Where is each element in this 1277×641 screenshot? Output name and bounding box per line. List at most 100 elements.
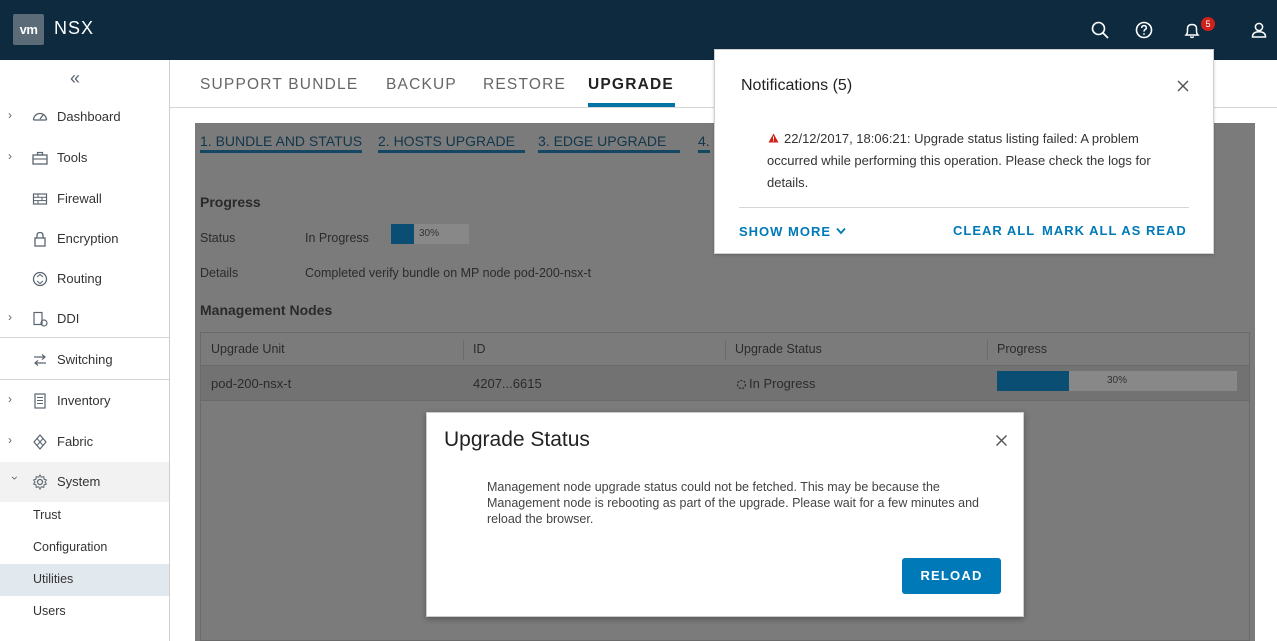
upgrade-status-modal: Upgrade Status Management node upgrade s…	[426, 412, 1024, 617]
sidebar-item-label: Encryption	[57, 231, 119, 246]
sidebar: « › Dashboard › Tools Firewall Encryptio…	[0, 60, 170, 641]
collapse-sidebar-icon[interactable]: «	[70, 68, 80, 89]
sidebar-subitem-trust[interactable]: Trust	[0, 500, 169, 532]
sidebar-subitem-label: Trust	[33, 508, 62, 522]
sidebar-subitem-utilities[interactable]: Utilities	[0, 564, 169, 596]
management-nodes-title: Management Nodes	[200, 302, 333, 318]
sidebar-item-label: Inventory	[57, 393, 111, 408]
status-value: In Progress	[305, 231, 369, 245]
reload-button[interactable]: RELOAD	[902, 558, 1001, 594]
column-header-upgrade-status[interactable]: Upgrade Status	[735, 342, 822, 356]
sidebar-subitem-label: Users	[33, 604, 66, 618]
sidebar-item-firewall[interactable]: Firewall	[0, 179, 169, 219]
sidebar-item-fabric[interactable]: › Fabric	[0, 422, 169, 462]
lock-icon	[34, 231, 46, 247]
modal-body-text: Management node upgrade status could not…	[487, 480, 979, 526]
switching-icon	[34, 354, 46, 366]
tab-backup[interactable]: BACKUP	[386, 76, 457, 94]
tab-restore[interactable]: RESTORE	[483, 76, 566, 94]
sidebar-item-routing[interactable]: Routing	[0, 259, 169, 299]
column-separator	[987, 340, 988, 360]
tab-upgrade[interactable]: UPGRADE	[588, 76, 674, 94]
toolbox-icon	[32, 151, 48, 165]
sidebar-item-label: Firewall	[57, 191, 102, 206]
cell-upgrade-status: In Progress	[749, 376, 816, 391]
sidebar-divider	[0, 337, 169, 338]
status-label: Status	[200, 231, 236, 245]
chevron-right-icon[interactable]: ›	[8, 108, 20, 124]
column-separator	[725, 340, 726, 360]
notification-text: 22/12/2017, 18:06:21: Upgrade status lis…	[767, 131, 1151, 190]
inventory-icon	[34, 393, 46, 409]
progress-percent: 30%	[419, 228, 440, 239]
show-more-label: SHOW MORE	[739, 224, 832, 239]
chevron-right-icon[interactable]: ›	[8, 392, 20, 408]
step-bundle-and-status[interactable]: 1. BUNDLE AND STATUS	[200, 133, 363, 153]
sidebar-item-switching[interactable]: Switching	[0, 340, 169, 380]
sidebar-item-label: Routing	[57, 271, 102, 286]
chevron-down-icon	[836, 227, 846, 235]
fabric-icon	[33, 434, 47, 450]
step-hosts-upgrade[interactable]: 2. HOSTS UPGRADE	[378, 133, 525, 153]
sidebar-item-label: Tools	[57, 150, 88, 165]
ddi-icon	[33, 311, 48, 327]
chevron-right-icon[interactable]: ›	[8, 433, 20, 449]
sidebar-item-encryption[interactable]: Encryption	[0, 219, 169, 259]
chevron-right-icon[interactable]: ›	[8, 149, 20, 165]
table-row[interactable]: pod-200-nsx-t 4207...6615 In Progress 30…	[201, 366, 1249, 401]
chevron-right-icon[interactable]: ›	[8, 310, 20, 326]
system-gear-icon	[32, 474, 48, 490]
sidebar-item-system[interactable]: › System	[0, 462, 169, 502]
clear-all-link[interactable]: CLEAR ALL	[953, 223, 1035, 238]
active-tab-indicator	[588, 103, 675, 107]
notification-message: 22/12/2017, 18:06:21: Upgrade status lis…	[767, 128, 1187, 194]
cell-upgrade-unit: pod-200-nsx-t	[211, 376, 292, 391]
table-header: Upgrade Unit ID Upgrade Status Progress	[201, 333, 1249, 366]
sidebar-item-label: System	[57, 474, 101, 489]
sidebar-item-ddi[interactable]: › DDI	[0, 299, 169, 339]
notifications-panel: Notifications (5) 22/12/2017, 18:06:21: …	[714, 49, 1214, 254]
details-label: Details	[200, 266, 239, 280]
vmware-logo: vm	[13, 14, 44, 45]
help-icon[interactable]	[1133, 19, 1155, 41]
modal-title: Upgrade Status	[444, 428, 590, 451]
column-header-upgrade-unit[interactable]: Upgrade Unit	[211, 342, 285, 356]
column-header-progress[interactable]: Progress	[997, 342, 1047, 356]
user-icon[interactable]	[1248, 19, 1270, 41]
chevron-down-icon[interactable]: ›	[6, 476, 22, 488]
spinner-icon	[736, 379, 747, 390]
progress-bar-fill	[997, 371, 1069, 391]
sidebar-subitem-configuration[interactable]: Configuration	[0, 532, 169, 564]
progress-bar-fill	[391, 224, 415, 244]
sidebar-item-inventory[interactable]: › Inventory	[0, 381, 169, 421]
show-more-link[interactable]: SHOW MORE	[739, 224, 846, 239]
step-4[interactable]: 4.	[698, 133, 710, 153]
sidebar-item-dashboard[interactable]: › Dashboard	[0, 97, 169, 137]
column-header-id[interactable]: ID	[473, 342, 486, 356]
sidebar-item-label: Dashboard	[57, 109, 121, 124]
sidebar-divider	[0, 379, 169, 380]
step-edge-upgrade[interactable]: 3. EDGE UPGRADE	[538, 133, 681, 153]
close-icon[interactable]	[1176, 79, 1190, 93]
sidebar-subitem-label: Utilities	[33, 572, 74, 586]
progress-title: Progress	[200, 194, 261, 210]
notification-count-badge: 5	[1201, 17, 1215, 31]
close-icon[interactable]	[995, 434, 1008, 447]
mark-all-as-read-link[interactable]: MARK ALL AS READ	[1042, 223, 1187, 238]
tab-support-bundle[interactable]: SUPPORT BUNDLE	[200, 76, 358, 94]
sidebar-subitem-label: Configuration	[33, 540, 108, 554]
details-value: Completed verify bundle on MP node pod-2…	[305, 266, 592, 280]
sidebar-item-label: DDI	[57, 311, 80, 326]
sidebar-item-label: Switching	[57, 352, 113, 367]
row-progress-bar: 30%	[997, 371, 1237, 391]
sidebar-subitem-users[interactable]: Users	[0, 596, 169, 628]
sidebar-item-tools[interactable]: › Tools	[0, 138, 169, 178]
bell-icon[interactable]	[1181, 19, 1203, 41]
search-icon[interactable]	[1089, 19, 1111, 41]
column-separator	[463, 340, 464, 360]
app-name: NSX	[54, 18, 95, 38]
routing-icon	[32, 271, 48, 287]
dashboard-icon	[32, 112, 48, 121]
progress-percent: 30%	[1107, 375, 1128, 386]
firewall-icon	[32, 193, 48, 205]
